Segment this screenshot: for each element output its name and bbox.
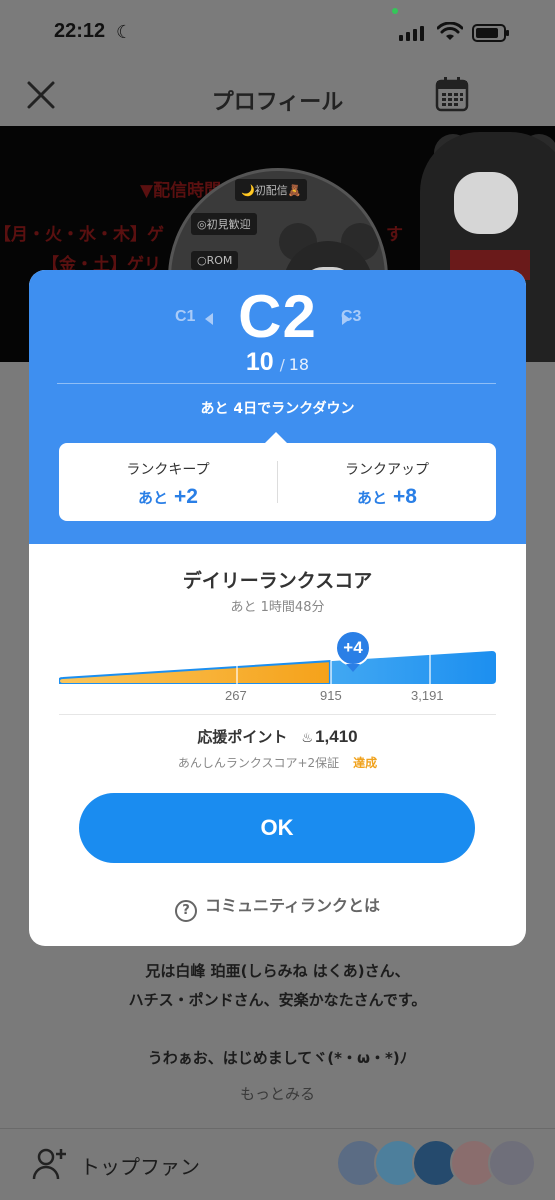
nav-bar: プロフィール <box>0 66 555 126</box>
top-fan-avatars[interactable] <box>336 1139 540 1189</box>
support-label: 応援ポイント <box>197 728 288 746</box>
avatar <box>488 1139 536 1187</box>
divider <box>59 714 496 715</box>
support-points: 1,410 <box>315 727 358 746</box>
rank-up-title: ランクアップ <box>345 462 429 478</box>
help-label: コミュニティランクとは <box>204 896 381 915</box>
question-icon: ? <box>174 900 197 922</box>
achieved-badge: 達成 <box>353 756 378 770</box>
status-bar: 22:12 ☾ <box>0 0 555 66</box>
count-current: 10 <box>245 348 274 376</box>
rank-down-notice: あと 4日でランクダウン <box>200 401 355 417</box>
top-fan-row[interactable]: トップファン <box>0 1128 555 1200</box>
score-badge: +4 <box>335 630 371 666</box>
tick-label: 267 <box>225 688 247 703</box>
next-rank: C3 <box>341 308 362 325</box>
count-separator: / <box>279 356 285 374</box>
rank-keep-prefix: あと <box>138 489 169 507</box>
rank-up-value: +8 <box>393 485 417 508</box>
calendar-icon[interactable] <box>435 76 469 112</box>
daily-score-remaining: あと 1時間48分 <box>230 600 325 615</box>
divider <box>57 383 496 384</box>
wifi-icon <box>437 22 463 40</box>
rank-keep: ランクキープ あと +2 <box>59 443 277 521</box>
tick-label: 915 <box>320 688 342 703</box>
rank-up: ランクアップ あと +8 <box>278 443 496 521</box>
guarantee-row: あんしんランクスコア+2保証 達成 <box>29 754 526 771</box>
score-fill <box>59 660 331 684</box>
tick-label: 3,191 <box>411 688 444 703</box>
daily-score-title: デイリーランクスコア <box>182 570 373 592</box>
profile-text: 兄は白峰 珀亜(しらみね はくあ)さん、 <box>145 962 410 980</box>
profile-text: ハチス・ポンドさん、安楽かなたさんです。 <box>128 991 427 1009</box>
support-points-row: 応援ポイント ♨ 1,410 <box>29 726 526 747</box>
page-title: プロフィール <box>211 90 344 115</box>
banner-text: 【月・火・水・木】ゲ <box>0 225 164 245</box>
community-rank-modal: C1 C2 C3 10/18 あと 4日でランクダウン ランクキープ あと +2 … <box>29 270 526 946</box>
rank-target-card: ランクキープ あと +2 ランクアップ あと +8 <box>59 443 496 521</box>
score-progress-bar <box>59 651 496 684</box>
camera-indicator-icon <box>392 8 398 14</box>
battery-icon <box>472 24 509 42</box>
count-total: 18 <box>288 355 310 374</box>
guarantee-text: あんしんランクスコア+2保証 <box>177 756 340 770</box>
rank-keep-value: +2 <box>174 485 198 508</box>
banner-tag: ◎初見歓迎 <box>191 213 257 235</box>
status-time: 22:12 <box>54 20 106 42</box>
badge-tail <box>346 664 360 672</box>
rank-header: C1 C2 C3 10/18 あと 4日でランクダウン ランクキープ あと +2 … <box>29 270 526 544</box>
current-rank: C2 <box>238 283 317 350</box>
banner-text: す <box>386 225 403 245</box>
banner-tag: ○ROM <box>191 251 239 270</box>
flame-icon: ♨ <box>301 731 314 746</box>
banner-tag: 🌙初配信🧸 <box>235 179 308 201</box>
moon-icon: ☾ <box>116 22 133 43</box>
rank-up-prefix: あと <box>357 489 388 507</box>
more-link[interactable]: もっとみる <box>0 1083 555 1104</box>
rank-keep-title: ランクキープ <box>126 462 210 478</box>
add-person-icon <box>32 1148 66 1180</box>
top-fan-label: トップファン <box>80 1155 200 1179</box>
rank-count: 10 /18 <box>29 348 526 377</box>
ok-button[interactable]: OK <box>79 793 475 863</box>
profile-text: うわぁお、はじめましてヾ(*・ω・*)ﾉ <box>147 1049 408 1067</box>
signal-icon <box>399 26 424 41</box>
help-link[interactable]: ? コミュニティランクとは <box>29 892 526 922</box>
